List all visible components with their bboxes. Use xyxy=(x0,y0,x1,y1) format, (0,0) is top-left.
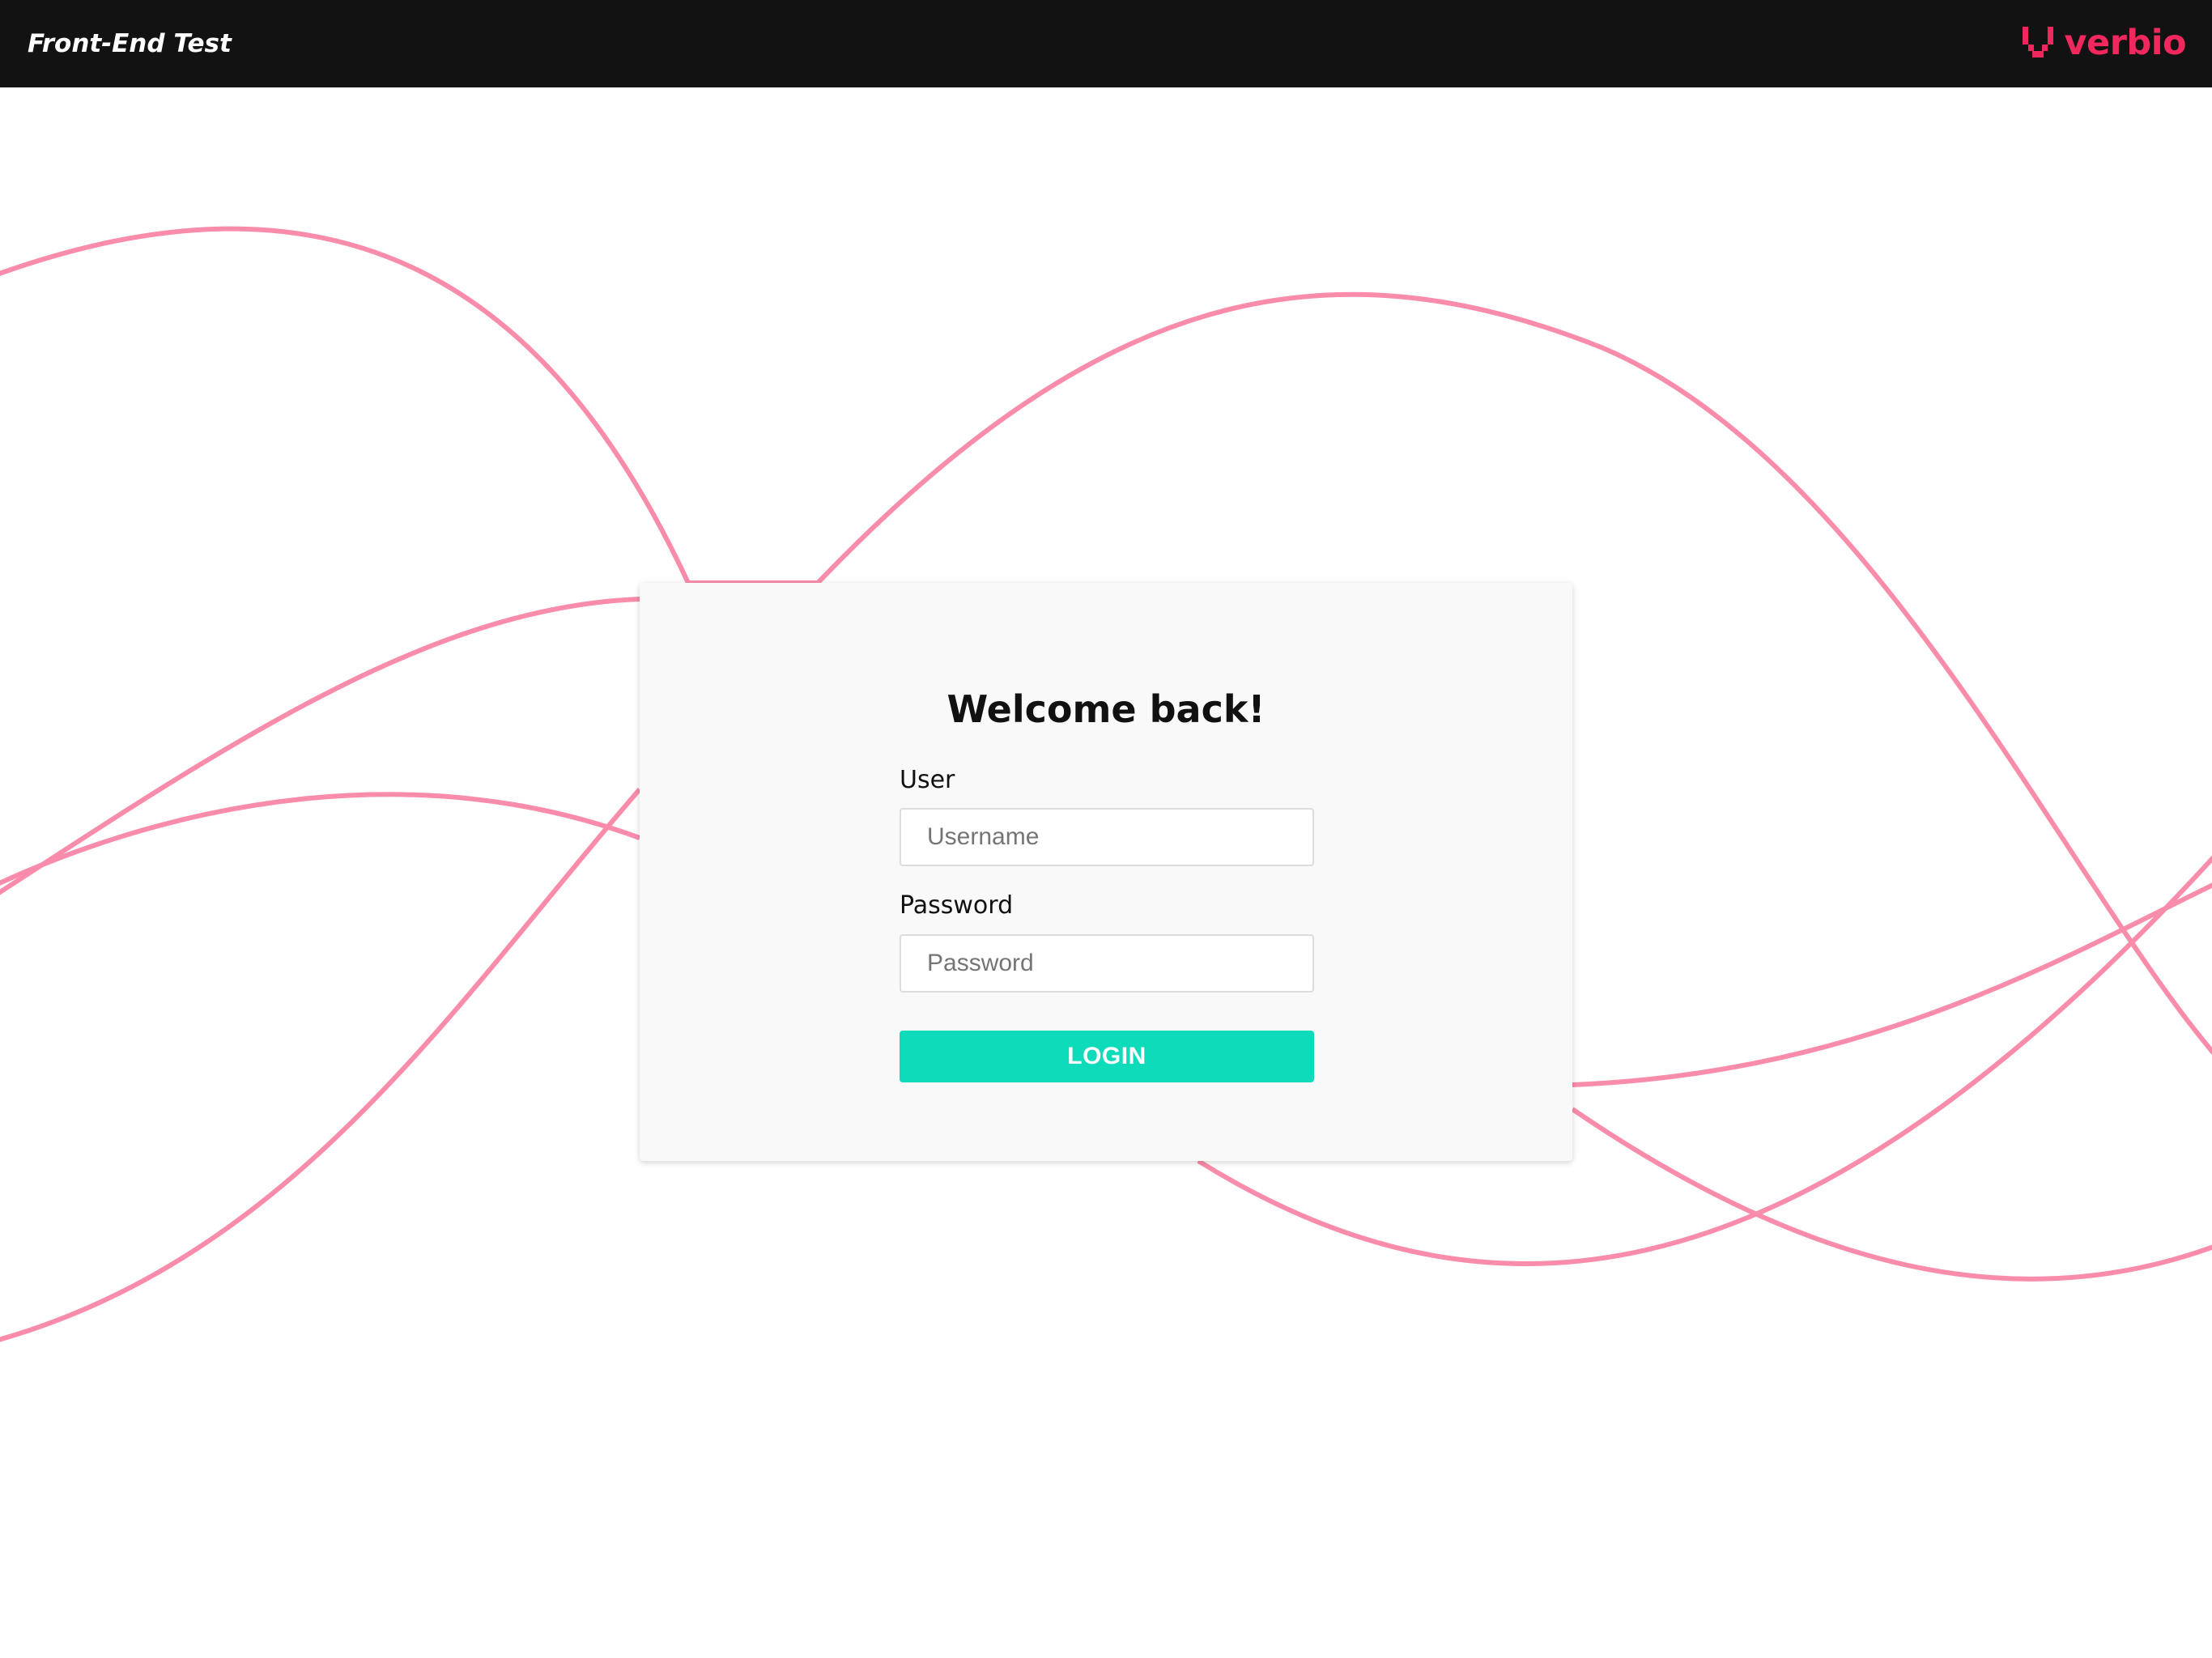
verbio-logo-icon xyxy=(2022,27,2053,57)
login-card: Welcome back! User Password LOGIN xyxy=(640,583,1572,1161)
top-bar: Front-End Test verbio xyxy=(0,0,2212,87)
brand-logo: verbio xyxy=(2021,23,2187,63)
login-page: Front-End Test verbio Welcome back! User… xyxy=(0,0,2212,1658)
login-title: Welcome back! xyxy=(946,687,1266,731)
password-label: Password xyxy=(900,891,1014,920)
password-input[interactable] xyxy=(900,934,1314,993)
user-label: User xyxy=(900,766,955,794)
username-input[interactable] xyxy=(900,808,1314,866)
login-button[interactable]: LOGIN xyxy=(900,1031,1314,1082)
brand-name: verbio xyxy=(2064,23,2187,63)
app-title: Front-End Test xyxy=(28,29,232,58)
